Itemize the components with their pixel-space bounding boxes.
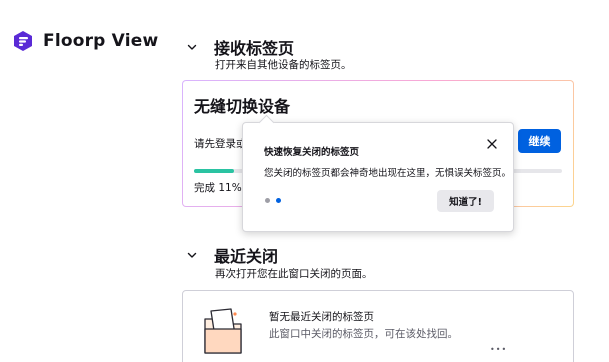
empty-state-subtitle: 此窗口中关闭的标签页，可在该处找回。: [269, 328, 458, 340]
got-it-button[interactable]: 知道了!: [437, 190, 494, 212]
brand: Floorp View: [12, 30, 158, 52]
floorp-logo-icon: [12, 30, 34, 52]
firefox-view-page: Floorp View 接收标签页 打开来自其他设备的标签页。 无缝切换设备 请…: [0, 0, 609, 362]
continue-button[interactable]: 继续: [518, 129, 561, 153]
sync-prompt-text: 请先登录或: [194, 138, 242, 150]
synced-tabs-description: 打开来自其他设备的标签页。: [215, 59, 352, 71]
setup-progress-fill: [194, 169, 235, 173]
loading-indicator: •••: [490, 345, 508, 354]
chevron-down-icon[interactable]: [186, 41, 198, 53]
close-icon[interactable]: [485, 137, 499, 151]
step-dot-1: [265, 198, 270, 203]
chevron-down-icon[interactable]: [186, 249, 198, 261]
empty-folder-illustration-icon: [201, 305, 245, 355]
recently-closed-title: 最近关闭: [214, 247, 279, 266]
step-dot-2: [276, 198, 281, 203]
recently-closed-header[interactable]: 最近关闭: [186, 243, 278, 267]
recently-closed-description: 再次打开您在此窗口关闭的页面。: [215, 268, 373, 280]
callout-step-indicator: [265, 198, 281, 203]
callout-title: 快速恢复关闭的标签页: [264, 147, 360, 158]
synced-tabs-title: 接收标签页: [214, 39, 295, 58]
feature-callout: 快速恢复关闭的标签页 您关闭的标签页都会神奇地出现在这里，无惧误关标签页。 知道…: [242, 114, 514, 232]
brand-name: Floorp View: [43, 31, 159, 51]
setup-progress-label: 完成 11%: [194, 182, 242, 194]
callout-body: 您关闭的标签页都会神奇地出现在这里，无惧误关标签页。: [264, 168, 512, 179]
empty-state-title: 暂无最近关闭的标签页: [269, 311, 374, 323]
sync-card-title: 无缝切换设备: [194, 97, 291, 116]
recently-closed-card: 暂无最近关闭的标签页 此窗口中关闭的标签页，可在该处找回。 •••: [182, 290, 574, 362]
synced-tabs-header[interactable]: 接收标签页: [186, 35, 294, 59]
